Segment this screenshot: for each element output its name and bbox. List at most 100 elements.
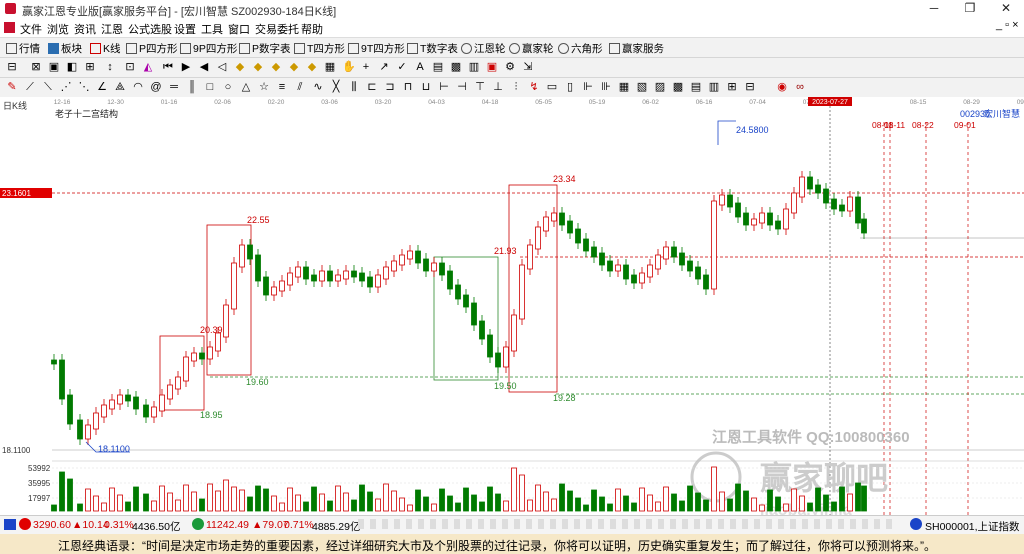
grid-6-icon[interactable]: ▤ bbox=[690, 81, 702, 93]
grid-7-icon[interactable]: ▥ bbox=[708, 81, 720, 93]
tri-icon[interactable]: △ bbox=[240, 81, 252, 93]
color-wheel-icon[interactable]: ◉ bbox=[776, 81, 788, 93]
draw-tool-6-icon[interactable]: ⊡ bbox=[124, 61, 136, 73]
back-icon[interactable]: ◁ bbox=[216, 61, 228, 73]
grid-8-icon[interactable]: ⊞ bbox=[726, 81, 738, 93]
cross-line-icon[interactable]: ╳ bbox=[330, 81, 342, 93]
menu-window[interactable]: 窗口 bbox=[228, 21, 250, 37]
wave-icon[interactable]: ↯ bbox=[528, 81, 540, 93]
level-4-icon[interactable]: ⊓ bbox=[402, 81, 414, 93]
pencil-icon[interactable]: ✎ bbox=[6, 81, 18, 93]
menu-browse[interactable]: 浏览 bbox=[47, 21, 69, 37]
diamond-1-icon[interactable]: ◆ bbox=[234, 61, 246, 73]
toolbar-winner-service[interactable]: 赢家服务 bbox=[609, 41, 664, 56]
draw-tool-2-icon[interactable]: ▣ bbox=[48, 61, 60, 73]
toolbar-sector[interactable]: 板块 bbox=[48, 41, 82, 56]
toolbar-winner-wheel[interactable]: 赢家轮 bbox=[509, 41, 554, 56]
grid-tool-icon[interactable]: ▦ bbox=[324, 61, 336, 73]
next-icon[interactable]: ▶ bbox=[180, 61, 192, 73]
menu-info[interactable]: 资讯 bbox=[74, 21, 96, 37]
text-tool-icon[interactable]: A bbox=[414, 61, 426, 73]
grid-9-icon[interactable]: ⊟ bbox=[744, 81, 756, 93]
diamond-2-icon[interactable]: ◆ bbox=[252, 61, 264, 73]
hand-icon[interactable]: ✋ bbox=[342, 61, 356, 73]
menu-settings[interactable]: 设置 bbox=[174, 21, 196, 37]
prev-icon[interactable]: ◀ bbox=[198, 61, 210, 73]
level-2-icon[interactable]: ⊏ bbox=[366, 81, 378, 93]
ellipse-icon[interactable]: ○ bbox=[222, 81, 234, 93]
toolbar-9p-square[interactable]: 9P四方形 bbox=[180, 41, 237, 56]
period-icon[interactable]: ⊟ bbox=[6, 61, 18, 73]
print-icon[interactable]: ▥ bbox=[468, 61, 480, 73]
save-icon[interactable]: ▩ bbox=[450, 61, 462, 73]
draw-tool-5-icon[interactable]: ↕ bbox=[104, 61, 116, 73]
measure-icon[interactable]: ⊪ bbox=[600, 81, 612, 93]
spiral-icon[interactable]: @ bbox=[150, 81, 162, 93]
first-icon[interactable]: ⏮ bbox=[162, 61, 174, 73]
fib-icon[interactable]: ≡ bbox=[276, 81, 288, 93]
pointer-icon[interactable]: ⇲ bbox=[522, 61, 534, 73]
toolbar-gann-wheel[interactable]: 江恩轮 bbox=[461, 41, 506, 56]
network-icon[interactable]: ⚙ bbox=[504, 61, 516, 73]
box-icon[interactable]: □ bbox=[204, 81, 216, 93]
angle-icon[interactable]: ∠ bbox=[96, 81, 108, 93]
infinity-icon[interactable]: ∞ bbox=[794, 81, 806, 93]
level-5-icon[interactable]: ⊔ bbox=[420, 81, 432, 93]
cycle-icon[interactable]: ∿ bbox=[312, 81, 324, 93]
fan-2-icon[interactable]: ⟍ bbox=[42, 81, 54, 93]
app-menu-icon[interactable] bbox=[4, 22, 15, 33]
box-3-icon[interactable]: ▯ bbox=[564, 81, 576, 93]
ruler-icon[interactable]: ⊩ bbox=[582, 81, 594, 93]
grid-5-icon[interactable]: ▩ bbox=[672, 81, 684, 93]
menu-file[interactable]: 文件 bbox=[20, 21, 42, 37]
level-10-icon[interactable]: ⫶ bbox=[510, 81, 522, 93]
level-1-icon[interactable]: ⫼ bbox=[348, 81, 360, 93]
draw-tool-1-icon[interactable]: ⊠ bbox=[30, 61, 42, 73]
kline-chart[interactable]: 12-16 12-30 01-16 02-06 02-20 03-06 03-20 04-03… bbox=[0, 97, 1024, 515]
level-3-icon[interactable]: ⊐ bbox=[384, 81, 396, 93]
level-8-icon[interactable]: ⊤ bbox=[474, 81, 486, 93]
check-tool-icon[interactable]: ✓ bbox=[396, 61, 408, 73]
menu-tools[interactable]: 工具 bbox=[201, 21, 223, 37]
rays-icon[interactable]: ⟁ bbox=[114, 81, 126, 93]
toolbar-quotes[interactable]: 行情 bbox=[6, 41, 40, 56]
toolbar-kline[interactable]: K线 bbox=[90, 41, 121, 56]
toolbar-hexagon[interactable]: 六角形 bbox=[558, 41, 603, 56]
close-button[interactable]: ✕ bbox=[988, 0, 1024, 16]
menu-gann[interactable]: 江恩 bbox=[101, 21, 123, 37]
menu-help[interactable]: 帮助 bbox=[301, 21, 323, 37]
channel-icon[interactable]: ⫽ bbox=[294, 81, 306, 93]
star-icon[interactable]: ☆ bbox=[258, 81, 270, 93]
vline-icon[interactable]: ║ bbox=[186, 81, 198, 93]
calc-icon[interactable]: ▤ bbox=[432, 61, 444, 73]
diamond-3-icon[interactable]: ◆ bbox=[270, 61, 282, 73]
arc-icon[interactable]: ◠ bbox=[132, 81, 144, 93]
line-icon[interactable]: ↗ bbox=[378, 61, 390, 73]
record-icon[interactable]: ▣ bbox=[486, 61, 498, 73]
mdi-controls[interactable]: _ ▫ × bbox=[996, 19, 1019, 31]
index-tab[interactable]: SH000001,上证指数 bbox=[925, 519, 1020, 534]
level-6-icon[interactable]: ⊢ bbox=[438, 81, 450, 93]
draw-tool-3-icon[interactable]: ◧ bbox=[66, 61, 78, 73]
minimize-button[interactable]: ─ bbox=[916, 0, 952, 16]
menu-formula[interactable]: 公式选股 bbox=[128, 21, 172, 37]
grid-4-icon[interactable]: ▨ bbox=[654, 81, 666, 93]
toolbar-t-table[interactable]: T数字表 bbox=[407, 41, 458, 56]
fan-3-icon[interactable]: ⋰ bbox=[60, 81, 72, 93]
level-9-icon[interactable]: ⊥ bbox=[492, 81, 504, 93]
cross-icon[interactable]: + bbox=[360, 61, 372, 73]
index-grid-icon[interactable] bbox=[4, 519, 16, 530]
menu-trade[interactable]: 交易委托 bbox=[255, 21, 299, 37]
grid-3-icon[interactable]: ▧ bbox=[636, 81, 648, 93]
diamond-4-icon[interactable]: ◆ bbox=[288, 61, 300, 73]
fan-4-icon[interactable]: ⋱ bbox=[78, 81, 90, 93]
toolbar-t-square[interactable]: T四方形 bbox=[294, 41, 345, 56]
fan-1-icon[interactable]: ⟋ bbox=[24, 81, 36, 93]
maximize-button[interactable]: ❐ bbox=[952, 0, 988, 16]
toolbar-p-table[interactable]: P数字表 bbox=[239, 41, 291, 56]
hline-icon[interactable]: ═ bbox=[168, 81, 180, 93]
draw-tool-7-icon[interactable]: ◭ bbox=[142, 61, 154, 73]
grid-2-icon[interactable]: ▦ bbox=[618, 81, 630, 93]
toolbar-p-square[interactable]: P四方形 bbox=[126, 41, 178, 56]
draw-tool-4-icon[interactable]: ⊞ bbox=[84, 61, 96, 73]
